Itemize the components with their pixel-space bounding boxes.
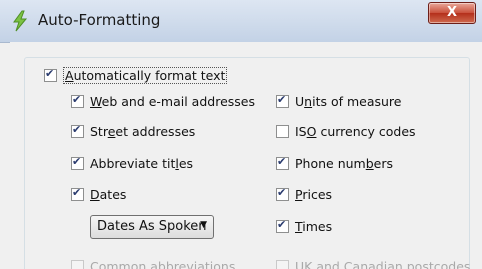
iso-currency-codes-checkbox[interactable]: ISO currency codes xyxy=(276,124,416,139)
street-addresses-checkbox[interactable]: Street addresses xyxy=(71,123,196,139)
checkbox-box[interactable] xyxy=(276,93,289,108)
automatically-format-text-label-rest: utomatically format text xyxy=(73,68,226,83)
common-abbreviations-label: Common abbreviations xyxy=(90,259,236,269)
times-checkbox[interactable]: Times xyxy=(276,218,333,234)
web-email-addresses-checkbox[interactable]: Web and e-mail addresses xyxy=(71,93,255,109)
title-bar[interactable]: Auto-Formatting X xyxy=(0,0,482,43)
street-addresses-label: Street addresses xyxy=(90,124,196,139)
dates-format-value: Dates As Spoken xyxy=(97,219,207,234)
lightning-bolt-icon xyxy=(13,10,28,32)
dates-checkbox[interactable]: Dates xyxy=(71,186,127,202)
automatically-format-text-checkbox[interactable]: Automatically format text xyxy=(44,67,228,84)
common-abbreviations-checkbox[interactable]: Common abbreviations xyxy=(71,259,235,269)
abbreviate-titles-label: Abbreviate titles xyxy=(90,156,194,171)
checkbox-box[interactable] xyxy=(44,67,57,82)
abbreviate-titles-checkbox[interactable]: Abbreviate titles xyxy=(71,155,194,171)
checkbox-box[interactable] xyxy=(276,125,289,138)
checkbox-box[interactable] xyxy=(276,186,289,201)
phone-numbers-checkbox[interactable]: Phone numbers xyxy=(276,155,393,171)
dropdown-arrow-icon[interactable]: ▼ xyxy=(200,220,207,230)
dates-label: Dates xyxy=(90,187,127,202)
window-title: Auto-Formatting xyxy=(38,11,161,29)
checkbox-box[interactable] xyxy=(276,218,289,233)
web-email-addresses-label: Web and e-mail addresses xyxy=(90,94,255,109)
auto-formatting-dialog: Auto-Formatting X Automatically format t… xyxy=(0,0,482,269)
times-label: Times xyxy=(295,219,333,234)
checkbox-box[interactable] xyxy=(276,260,289,269)
uk-canadian-postcodes-label: UK and Canadian postcodes xyxy=(295,259,471,269)
checkbox-box[interactable] xyxy=(71,123,84,138)
units-of-measure-label: Units of measure xyxy=(295,94,402,109)
phone-numbers-label: Phone numbers xyxy=(295,156,393,171)
prices-label: Prices xyxy=(295,187,333,202)
iso-currency-codes-label: ISO currency codes xyxy=(295,124,416,139)
checkbox-box[interactable] xyxy=(71,93,84,108)
checkbox-box[interactable] xyxy=(71,260,84,269)
close-button[interactable]: X xyxy=(428,2,476,24)
prices-checkbox[interactable]: Prices xyxy=(276,186,333,202)
checkbox-box[interactable] xyxy=(71,186,84,201)
dates-format-dropdown[interactable]: Dates As Spoken ▼ xyxy=(90,215,214,239)
checkbox-box[interactable] xyxy=(71,155,84,170)
checkbox-box[interactable] xyxy=(276,155,289,170)
units-of-measure-checkbox[interactable]: Units of measure xyxy=(276,93,402,109)
automatically-format-text-label: Automatically format text xyxy=(63,67,228,84)
uk-canadian-postcodes-checkbox[interactable]: UK and Canadian postcodes xyxy=(276,259,470,269)
